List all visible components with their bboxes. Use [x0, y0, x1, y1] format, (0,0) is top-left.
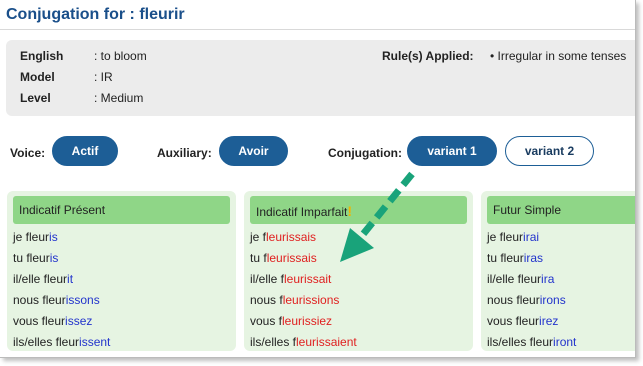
form-stem: il/elle fleur	[487, 272, 542, 286]
tense-card-imparfait: Indicatif Imparfait! je fleurissais tu f…	[244, 191, 473, 351]
form-row: nous fleurirons	[487, 290, 576, 311]
form-stem: nous fleur	[487, 293, 540, 307]
form-row: nous fleurissions	[250, 290, 357, 311]
form-stem: ils/elles fleur	[487, 335, 554, 349]
form-ending: iras	[523, 251, 544, 265]
form-ending: is	[49, 251, 59, 265]
form-row: ils/elles fleurissaient	[250, 332, 357, 353]
form-stem: je fleur	[13, 230, 50, 244]
form-stem: nous f	[250, 293, 283, 307]
tense-header: Indicatif Imparfait!	[250, 196, 467, 224]
title-prefix: Conjugation for :	[6, 6, 140, 23]
form-stem: vous f	[250, 314, 283, 328]
level-value: : Medium	[94, 91, 144, 105]
form-row: tu fleurissais	[250, 248, 357, 269]
tense-card-futur: Futur Simple je fleurirai tu fleuriras i…	[481, 191, 635, 353]
form-row: il/elle fleurit	[13, 269, 110, 290]
rules-label: Rule(s) Applied:	[382, 49, 474, 63]
level-label: Level	[20, 91, 51, 105]
form-row: tu fleuris	[13, 248, 110, 269]
form-ending: irai	[523, 230, 540, 244]
form-ending: irons	[539, 293, 566, 307]
verb-info-box: English : to bloom Model : IR Level : Me…	[6, 40, 635, 116]
form-stem: tu fleur	[487, 251, 524, 265]
form-row: il/elle fleurissait	[250, 269, 357, 290]
tense-title: Futur Simple	[493, 203, 562, 217]
form-ending: leurissaient	[296, 335, 357, 349]
form-row: vous fleurissiez	[250, 311, 357, 332]
form-row: ils/elles fleuriront	[487, 332, 576, 353]
form-row: vous fleurirez	[487, 311, 576, 332]
form-stem: nous fleur	[13, 293, 66, 307]
form-row: tu fleuriras	[487, 248, 576, 269]
model-value: : IR	[94, 70, 113, 84]
form-stem: vous fleur	[487, 314, 540, 328]
form-stem: tu fleur	[13, 251, 50, 265]
form-row: je fleuris	[13, 227, 110, 248]
tense-title: Indicatif Présent	[19, 203, 106, 217]
form-ending: leurissiez	[282, 314, 333, 328]
english-value: : to bloom	[94, 49, 147, 63]
form-ending: is	[49, 230, 58, 244]
auxiliary-avoir-button[interactable]: Avoir	[219, 136, 288, 166]
conjugation-panel: Conjugation for : fleurir English : to b…	[0, 0, 636, 358]
form-list: je fleurirai tu fleuriras il/elle fleuri…	[487, 227, 576, 353]
title-verb: fleurir	[139, 6, 185, 23]
form-ending: irez	[539, 314, 559, 328]
warning-icon: !	[347, 203, 353, 219]
voice-actif-button[interactable]: Actif	[52, 136, 118, 166]
tense-header: Futur Simple	[487, 196, 635, 224]
form-ending: iront	[553, 335, 577, 349]
form-list: je fleuris tu fleuris il/elle fleurit no…	[13, 227, 110, 353]
form-ending: ira	[541, 272, 555, 286]
form-stem: vous fleur	[13, 314, 66, 328]
tense-title: Indicatif Imparfait	[256, 205, 348, 219]
form-row: je fleurissais	[250, 227, 357, 248]
variant-2-button[interactable]: variant 2	[505, 136, 594, 166]
form-ending: leurissais	[266, 230, 317, 244]
tense-header: Indicatif Présent	[13, 196, 230, 224]
form-stem: ils/elles fleur	[13, 335, 80, 349]
model-label: Model	[20, 70, 55, 84]
form-ending: leurissait	[284, 272, 332, 286]
form-ending: issons	[65, 293, 100, 307]
form-row: je fleurirai	[487, 227, 576, 248]
form-ending: it	[67, 272, 74, 286]
tense-card-present: Indicatif Présent je fleuris tu fleuris …	[7, 191, 236, 351]
form-stem: tu f	[250, 251, 267, 265]
form-stem: il/elle f	[250, 272, 285, 286]
page-title: Conjugation for : fleurir	[0, 0, 635, 30]
form-stem: je fleur	[487, 230, 524, 244]
form-row: il/elle fleurira	[487, 269, 576, 290]
form-row: ils/elles fleurissent	[13, 332, 110, 353]
form-row: vous fleurissez	[13, 311, 110, 332]
conjugation-label: Conjugation:	[328, 146, 402, 160]
english-label: English	[20, 49, 64, 63]
voice-label: Voice:	[10, 146, 46, 160]
auxiliary-label: Auxiliary:	[157, 146, 212, 160]
form-ending: issez	[65, 314, 93, 328]
form-row: nous fleurissons	[13, 290, 110, 311]
form-stem: je f	[250, 230, 267, 244]
rules-value: • Irregular in some tenses	[490, 49, 627, 63]
form-ending: issent	[79, 335, 111, 349]
form-ending: leurissions	[282, 293, 340, 307]
form-stem: il/elle fleur	[13, 272, 68, 286]
form-list: je fleurissais tu fleurissais il/elle fl…	[250, 227, 357, 353]
form-ending: leurissais	[266, 251, 317, 265]
options-bar: Voice: Actif Auxiliary: Avoir Conjugatio…	[0, 136, 635, 170]
form-stem: ils/elles f	[250, 335, 297, 349]
variant-1-button[interactable]: variant 1	[407, 136, 497, 166]
